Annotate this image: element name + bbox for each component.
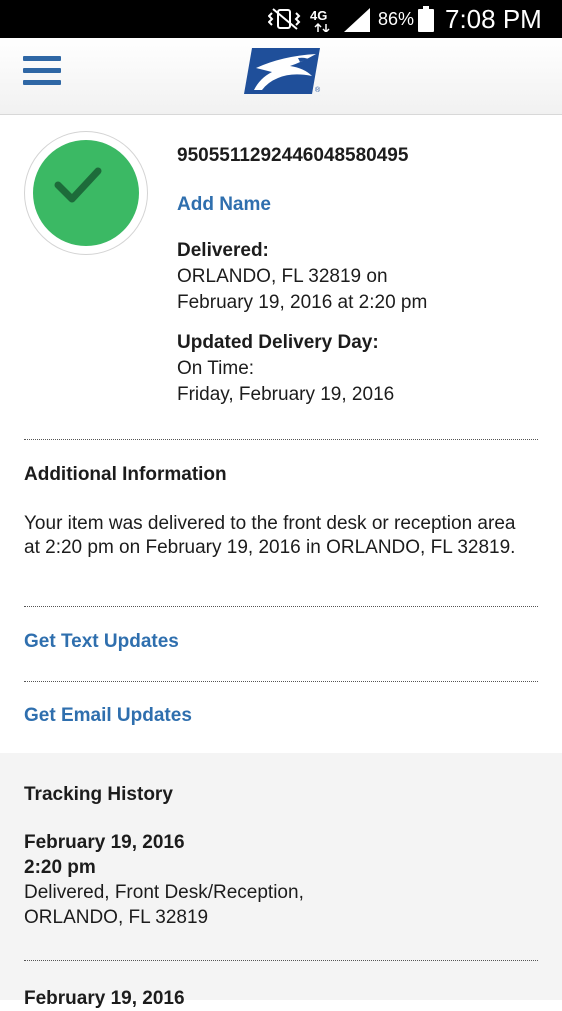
checkmark-icon <box>50 159 106 209</box>
divider <box>24 439 538 440</box>
event-status: Delivered, Front Desk/Reception, <box>24 880 304 905</box>
add-name-link[interactable]: Add Name <box>177 194 271 216</box>
delivered-heading: Delivered: <box>177 238 427 264</box>
signal-icon <box>344 8 370 32</box>
event-location: ORLANDO, FL 32819 <box>24 905 304 930</box>
additional-info-text: Your item was delivered to the front des… <box>24 512 524 560</box>
clock: 7:08 PM <box>445 4 542 35</box>
network-4g-lte-icon: 4G <box>310 8 340 32</box>
event-time: 2:20 pm <box>24 855 304 880</box>
get-email-updates-link[interactable]: Get Email Updates <box>24 705 192 727</box>
divider <box>24 681 538 682</box>
updated-delivery-info: Updated Delivery Day: On Time: Friday, F… <box>177 330 394 408</box>
updated-date: Friday, February 19, 2016 <box>177 382 394 408</box>
vibrate-mute-icon <box>268 8 302 30</box>
history-event: February 19, 2016 2:20 pm Delivered, Fro… <box>24 830 304 930</box>
divider <box>24 606 538 607</box>
additional-info-title: Additional Information <box>24 464 227 486</box>
app-header: ® <box>0 38 562 115</box>
get-text-updates-link[interactable]: Get Text Updates <box>24 631 179 653</box>
hamburger-menu-icon[interactable] <box>23 56 61 86</box>
delivered-info: Delivered: ORLANDO, FL 32819 on February… <box>177 238 427 316</box>
battery-percentage: 86% <box>378 9 414 30</box>
event-date: February 19, 2016 <box>24 986 185 1011</box>
delivered-datetime: February 19, 2016 at 2:20 pm <box>177 290 427 316</box>
network-type-label: 4G <box>310 8 327 23</box>
updated-heading: Updated Delivery Day: <box>177 330 394 356</box>
updated-status: On Time: <box>177 356 394 382</box>
usps-eagle-logo-icon[interactable] <box>242 46 324 96</box>
tracking-number: 9505511292446048580495 <box>177 145 408 167</box>
divider <box>24 960 538 961</box>
tracking-history-section: Tracking History February 19, 2016 2:20 … <box>0 753 562 1000</box>
history-event: February 19, 2016 <box>24 986 185 1011</box>
check-circle-icon <box>24 131 148 255</box>
delivered-location: ORLANDO, FL 32819 on <box>177 264 427 290</box>
registered-mark-icon: ® <box>315 87 320 94</box>
battery-icon <box>418 6 434 32</box>
status-bar: 4G 86% 7:08 PM <box>0 0 562 38</box>
event-date: February 19, 2016 <box>24 830 304 855</box>
tracking-history-title: Tracking History <box>24 784 173 806</box>
